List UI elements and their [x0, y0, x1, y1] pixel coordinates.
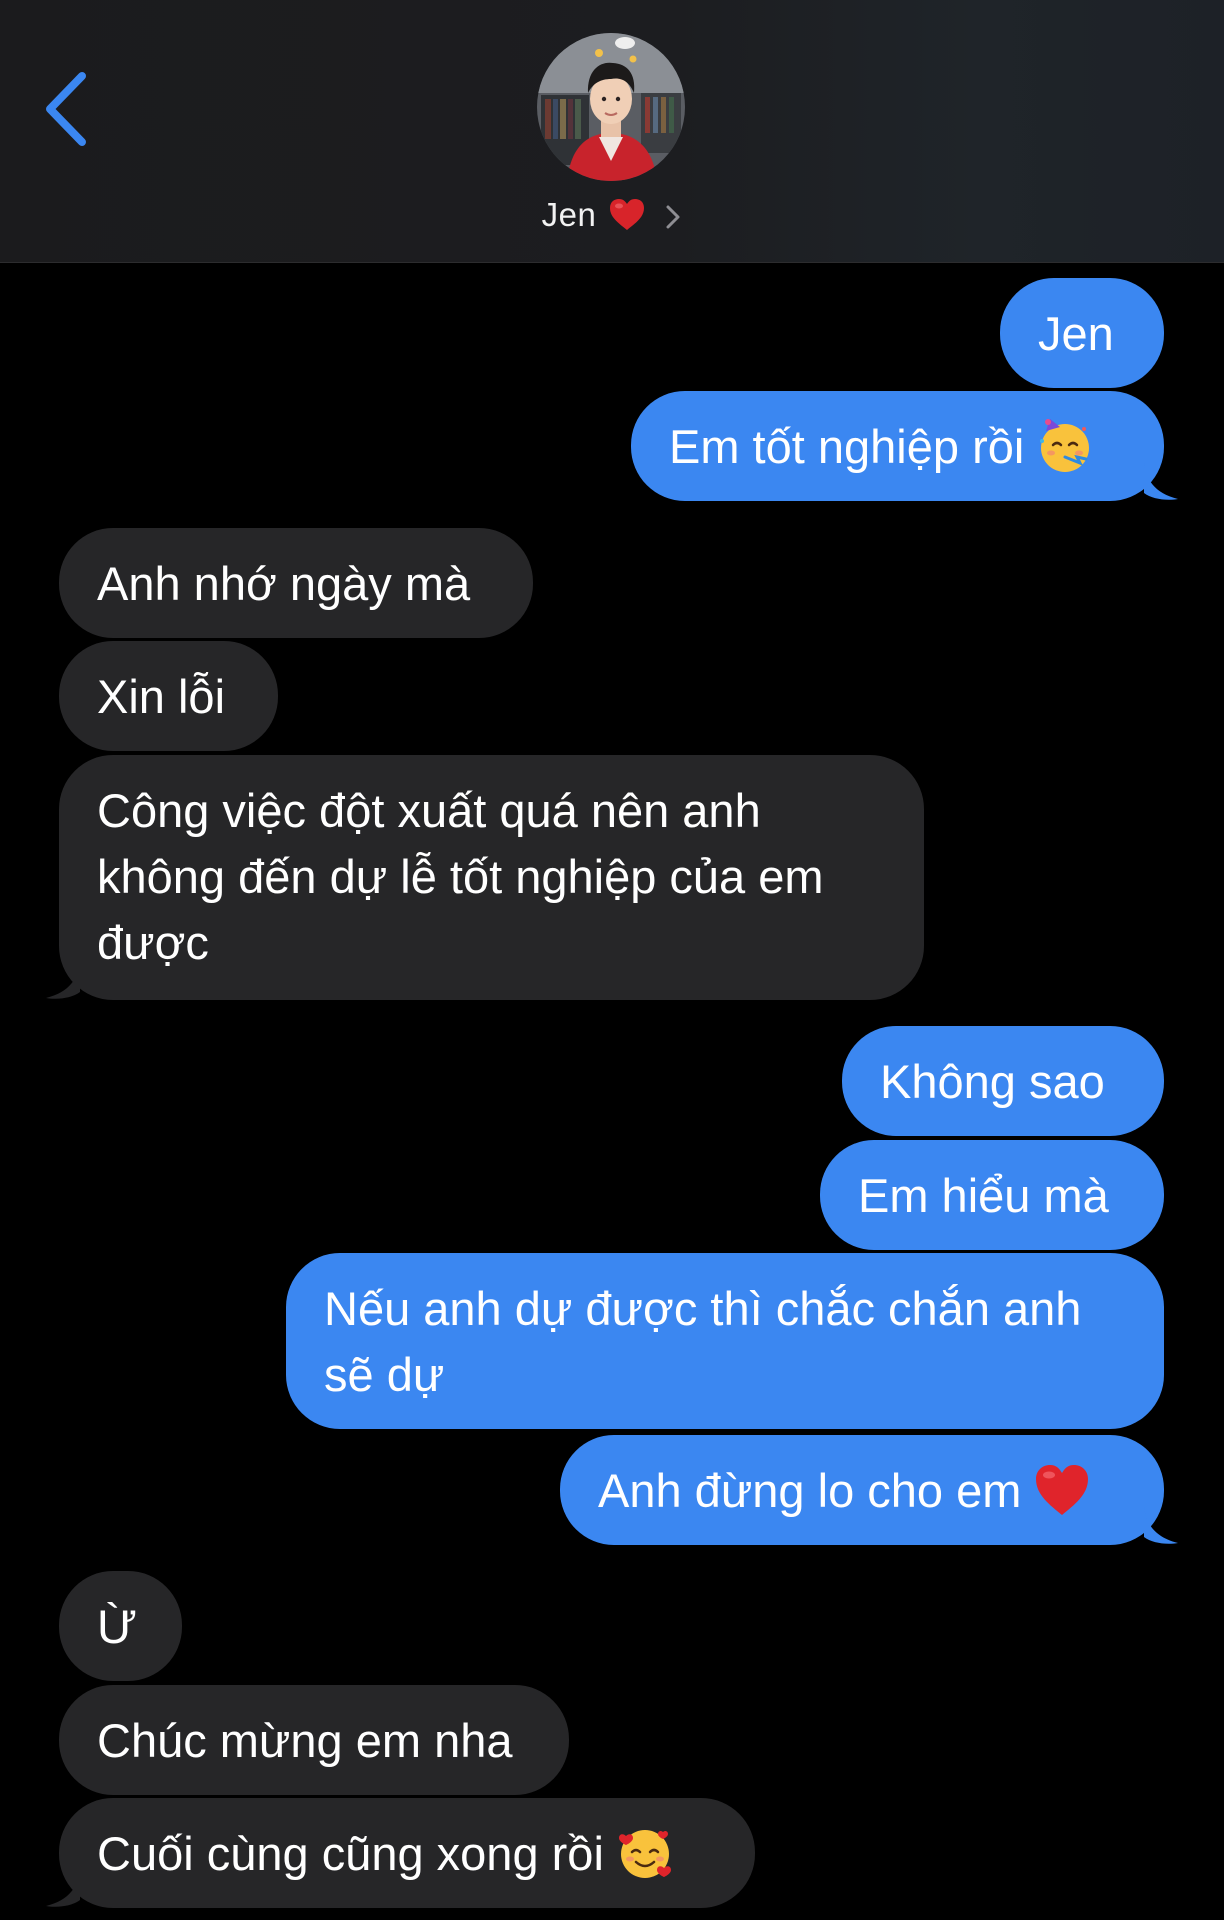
bubble-tail — [1144, 1507, 1178, 1544]
incoming-message[interactable]: Xin lỗi — [59, 641, 278, 751]
red-heart-icon — [608, 197, 646, 233]
chevron-right-icon — [664, 203, 682, 231]
message-text: Xin lỗi — [97, 670, 226, 723]
incoming-message[interactable]: Công việc đột xuất quá nên anh không đến… — [59, 755, 924, 1000]
smiling-face-with-hearts-icon — [616, 1824, 674, 1882]
outgoing-message[interactable]: Anh đừng lo cho em — [560, 1435, 1164, 1545]
outgoing-message[interactable]: Không sao — [842, 1026, 1164, 1136]
outgoing-message[interactable]: Em tốt nghiệp rồi — [631, 391, 1164, 501]
message-text: Anh đừng lo cho em — [598, 1464, 1022, 1517]
incoming-message[interactable]: Cuối cùng cũng xong rồi — [59, 1798, 755, 1908]
conversation-header: Jen — [0, 0, 1224, 263]
bubble-tail — [46, 962, 80, 999]
outgoing-message[interactable]: Jen — [1000, 278, 1164, 388]
message-text: Jen — [1038, 307, 1114, 360]
outgoing-message[interactable]: Nếu anh dự được thì chắc chắn anh sẽ dự — [286, 1253, 1164, 1429]
message-text: Chúc mừng em nha — [97, 1714, 513, 1767]
incoming-message[interactable]: Chúc mừng em nha — [59, 1685, 569, 1795]
message-text: Công việc đột xuất quá nên anh không đến… — [97, 784, 824, 969]
message-text: Ừ — [97, 1600, 138, 1653]
red-heart-icon — [1033, 1461, 1091, 1519]
message-text: Em hiểu mà — [858, 1169, 1109, 1222]
message-text: Không sao — [880, 1055, 1105, 1108]
contact-name: Jen — [541, 196, 597, 233]
contact-avatar[interactable] — [537, 33, 685, 181]
bubble-tail — [46, 1870, 80, 1907]
incoming-message[interactable]: Ừ — [59, 1571, 182, 1681]
outgoing-message[interactable]: Em hiểu mà — [820, 1140, 1164, 1250]
bubble-tail — [1144, 463, 1178, 500]
incoming-message[interactable]: Anh nhớ ngày mà — [59, 528, 533, 638]
back-button[interactable] — [38, 66, 98, 152]
message-text: Anh nhớ ngày mà — [97, 557, 471, 610]
partying-face-icon — [1036, 417, 1094, 475]
message-text: Em tốt nghiệp rồi — [669, 420, 1025, 473]
chevron-left-icon — [46, 72, 86, 146]
contact-details-row[interactable]: Jen — [0, 190, 1224, 240]
message-text: Nếu anh dự được thì chắc chắn anh sẽ dự — [324, 1282, 1082, 1401]
message-text: Cuối cùng cũng xong rồi — [97, 1827, 604, 1880]
